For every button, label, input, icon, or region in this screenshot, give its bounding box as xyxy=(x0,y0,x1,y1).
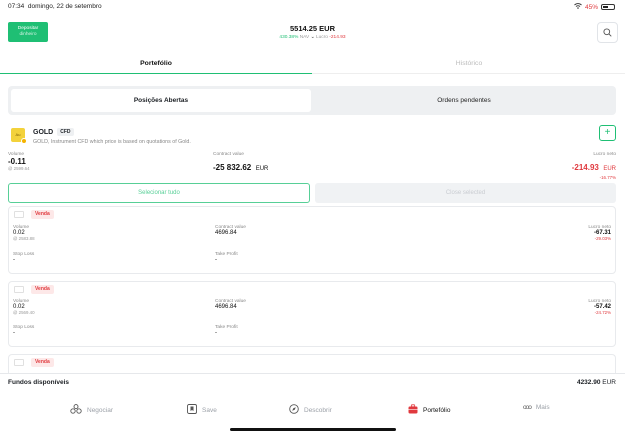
position-take-profit: Take Profit - xyxy=(215,325,238,336)
tab-divider xyxy=(312,73,625,74)
battery-icon xyxy=(601,4,615,10)
position-profit: Lucro neto -57.42 -24.72% xyxy=(588,299,611,315)
status-bar: 07:34 domingo, 22 de setembro 45% xyxy=(0,0,625,13)
nav-label: NAV xyxy=(299,35,310,40)
position-checkbox[interactable] xyxy=(14,359,24,366)
summary-volume-value: -0.11 xyxy=(8,157,26,166)
briefcase-icon xyxy=(408,404,418,416)
position-card[interactable]: Venda Volume 0.02 @ 2569.40 Contract val… xyxy=(8,281,616,347)
home-indicator xyxy=(230,428,396,431)
available-funds-value: 4232.90 EUR xyxy=(576,379,616,386)
positions-segmented-control: Posições Abertas Ordens pendentes xyxy=(8,86,616,115)
position-profit: Lucro neto -67.31 -29.03% xyxy=(588,225,611,241)
summary-volume: Volume -0.11 @ 2599.64 xyxy=(8,152,30,171)
position-contract: Contract value 4696.84 xyxy=(215,299,246,310)
side-badge: Venda xyxy=(31,285,54,294)
search-icon xyxy=(603,24,612,42)
trade-icon xyxy=(70,404,82,416)
position-take-profit: Take Profit - xyxy=(215,252,238,263)
segment-open-positions[interactable]: Posições Abertas xyxy=(11,89,311,112)
nav-more[interactable]: ooo Mais xyxy=(523,404,550,411)
available-funds-label: Fundos disponíveis xyxy=(8,379,70,386)
available-funds-bar: Fundos disponíveis 4232.90 EUR xyxy=(0,373,625,390)
tab-portfolio[interactable]: Portefólio xyxy=(0,60,312,67)
nav-save[interactable]: Save xyxy=(187,404,217,416)
position-contract: Contract value 4696.84 xyxy=(215,225,246,236)
position-stop-loss: Stop Loss - xyxy=(13,252,35,263)
segment-pending-orders[interactable]: Ordens pendentes xyxy=(314,89,614,112)
gold-icon: Au xyxy=(11,128,27,144)
bookmark-icon xyxy=(187,404,197,416)
position-card[interactable]: Venda Volume 0.02 @ 2583.88 Contract val… xyxy=(8,206,616,274)
instrument-description: GOLD, Instrument CFD which price is base… xyxy=(33,139,191,145)
position-stop-loss: Stop Loss - xyxy=(13,325,35,336)
active-tab-indicator xyxy=(0,73,312,74)
balance-subline[interactable]: 430.38% NAV ⌄ Lucro -214.93 xyxy=(0,35,625,40)
status-right: 45% xyxy=(574,3,615,11)
add-position-button[interactable]: + xyxy=(599,125,616,141)
nav-trade[interactable]: Negociar xyxy=(70,404,113,416)
equity-label: Lucro xyxy=(315,35,328,40)
side-badge: Venda xyxy=(31,210,54,219)
balance-value: 5514.25 EUR xyxy=(289,24,336,33)
summary-profit-value: -214.93 xyxy=(571,163,599,172)
close-selected-button[interactable]: Close selected xyxy=(315,183,616,203)
summary-volume-price: @ 2599.64 xyxy=(8,166,30,171)
compass-icon xyxy=(289,404,299,416)
position-checkbox[interactable] xyxy=(14,286,24,293)
tab-history[interactable]: Histórico xyxy=(313,60,625,67)
chevron-down-icon: ⌄ xyxy=(310,35,315,40)
side-badge: Venda xyxy=(31,358,54,367)
balance-change: 430.38% xyxy=(279,35,299,40)
instrument-name: GOLD CFD xyxy=(33,128,74,136)
wifi-icon xyxy=(574,3,582,11)
summary-profit-pct: -16.77% xyxy=(599,175,616,180)
position-checkbox[interactable] xyxy=(14,211,24,218)
position-volume: Volume 0.02 @ 2583.88 xyxy=(13,225,35,241)
battery-percent: 45% xyxy=(584,3,598,11)
status-time-date: 07:34 domingo, 22 de setembro xyxy=(8,3,102,10)
equity-value: -214.93 xyxy=(329,35,346,40)
bottom-nav: Negociar Save Descobrir Portefólio ooo M… xyxy=(0,400,625,422)
position-volume: Volume 0.02 @ 2569.40 xyxy=(13,299,35,315)
main-tabs: Portefólio Histórico xyxy=(0,56,625,74)
cfd-badge: CFD xyxy=(57,128,74,136)
summary-contract: Contract value -25 832.62 EUR xyxy=(213,152,269,172)
select-all-button[interactable]: Selecionar tudo xyxy=(8,183,310,203)
summary-contract-value: -25 832.62 xyxy=(213,163,252,172)
summary-profit: Lucro neto -214.93 EUR -16.77% xyxy=(571,152,616,180)
search-button[interactable] xyxy=(597,22,618,43)
balance-summary: 5514.25 EUR 430.38% NAV ⌄ Lucro -214.93 xyxy=(0,24,625,40)
plus-icon: + xyxy=(604,127,611,138)
nav-portfolio[interactable]: Portefólio xyxy=(408,404,450,416)
more-icon: ooo xyxy=(523,404,532,411)
nav-discover[interactable]: Descobrir xyxy=(289,404,332,416)
